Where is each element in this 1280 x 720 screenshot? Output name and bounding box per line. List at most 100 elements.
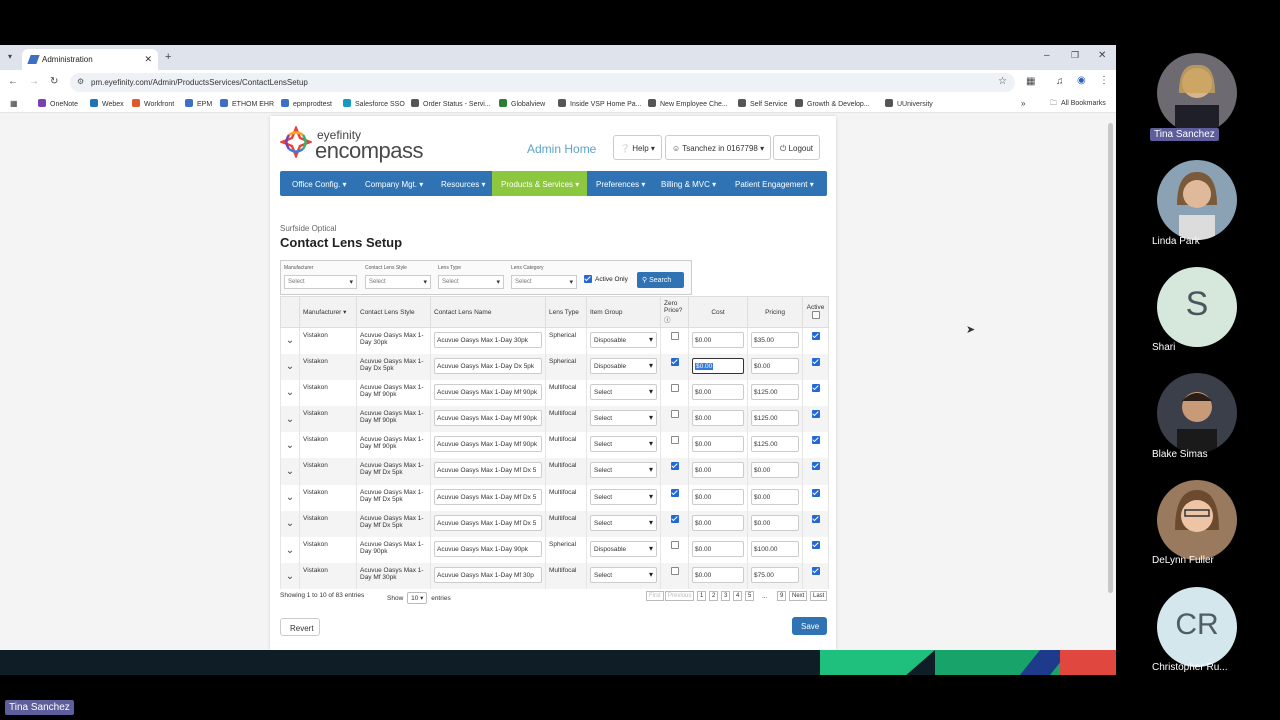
close-window-icon[interactable]: ✕: [1098, 50, 1106, 61]
active-checkbox[interactable]: [811, 332, 820, 340]
all-bookmarks[interactable]: 🗀 All Bookmarks: [1050, 99, 1106, 110]
table-row[interactable]: ⌄ Vistakon Acuvue Oasys Max 1-Day Mf Dx 5p…: [280, 510, 829, 537]
table-row[interactable]: ⌄ Vistakon Acuvue Oasys Max 1-Day Dx 5pk Ac…: [280, 353, 829, 380]
chevron-down-icon[interactable]: ⌄: [284, 571, 296, 582]
active-checkbox[interactable]: [811, 462, 820, 471]
cost-input[interactable]: $0.00: [692, 514, 744, 531]
cost-input[interactable]: $0.00: [692, 332, 744, 348]
item-group-select[interactable]: Disposable: [590, 332, 657, 348]
bookmark-star-icon[interactable]: ☆: [998, 76, 1007, 87]
minimize-icon[interactable]: –: [1044, 50, 1050, 61]
bookmark-item[interactable]: EPM: [185, 99, 212, 108]
style-filter-select[interactable]: Select: [365, 275, 431, 289]
price-input[interactable]: $125.00: [751, 410, 799, 427]
media-icon[interactable]: ♫: [1056, 76, 1064, 87]
restore-icon[interactable]: ❐: [1071, 50, 1079, 61]
new-tab-icon[interactable]: +: [165, 51, 171, 63]
revert-button[interactable]: Revert: [280, 618, 320, 636]
nav-preferences[interactable]: Preferences ▾: [596, 171, 645, 196]
expand-cell[interactable]: ⌄: [280, 458, 300, 485]
table-row[interactable]: ⌄ Vistakon Acuvue Oasys Max 1-Day Mf 90pk A…: [280, 379, 829, 407]
bookmark-item[interactable]: Workfront: [132, 99, 174, 108]
zero-price-checkbox[interactable]: [670, 332, 679, 340]
nav-resources[interactable]: Resources ▾: [441, 171, 486, 196]
lens-name-input[interactable]: Acuvue Oasys Max 1-Day Mf Dx 5: [434, 462, 542, 479]
cost-input[interactable]: $0.00: [692, 436, 744, 453]
active-checkbox[interactable]: [811, 541, 820, 549]
price-input[interactable]: $0.00: [751, 514, 799, 531]
item-group-select[interactable]: Select: [590, 410, 657, 427]
menu-icon[interactable]: ⋮: [1099, 75, 1109, 86]
expand-cell[interactable]: ⌄: [280, 484, 300, 511]
price-input[interactable]: $0.00: [751, 488, 799, 505]
active-checkbox[interactable]: [811, 488, 820, 497]
manufacturer-filter-select[interactable]: Select: [284, 275, 357, 289]
column-header-zero[interactable]: Zero Price? ⓘ: [660, 296, 689, 328]
price-input[interactable]: $100.00: [751, 541, 799, 557]
page-last-button[interactable]: Last: [810, 591, 828, 601]
bookmark-item[interactable]: ETHOM EHR: [220, 99, 274, 108]
chevron-down-icon[interactable]: ⌄: [284, 387, 296, 398]
expand-cell[interactable]: ⌄: [280, 563, 300, 590]
bookmark-item[interactable]: Order Status - Servi...: [411, 99, 491, 108]
page-3-button[interactable]: 3: [721, 591, 731, 601]
column-header-cost[interactable]: Cost: [688, 296, 748, 328]
expand-cell[interactable]: ⌄: [280, 510, 300, 537]
active-checkbox[interactable]: [811, 514, 820, 523]
expand-cell[interactable]: ⌄: [280, 537, 300, 564]
save-button[interactable]: Save: [792, 617, 827, 635]
url-field[interactable]: ⚙ pm.eyefinity.com/Admin/ProductsService…: [70, 73, 1015, 92]
price-input[interactable]: $75.00: [751, 567, 799, 584]
item-group-select[interactable]: Select: [590, 567, 657, 584]
back-icon[interactable]: ←: [8, 76, 18, 87]
lens-name-input[interactable]: Acuvue Oasys Max 1-Day Mf Dx 5: [434, 514, 542, 531]
cost-input[interactable]: $0.00: [692, 383, 744, 400]
bookmark-item[interactable]: Webex: [90, 99, 124, 108]
tab-list-icon[interactable]: ▾: [8, 52, 12, 61]
table-row[interactable]: ⌄ Vistakon Acuvue Oasys Max 1-Day 90pk Acuv…: [280, 537, 829, 564]
price-input[interactable]: $125.00: [751, 436, 799, 453]
reload-icon[interactable]: ↻: [50, 76, 58, 87]
column-header-manufacturer[interactable]: Manufacturer ▾: [299, 296, 357, 328]
column-header-name[interactable]: Contact Lens Name: [430, 296, 546, 328]
active-checkbox[interactable]: [811, 436, 820, 445]
zero-price-checkbox[interactable]: [670, 541, 679, 549]
admin-home-link[interactable]: Admin Home: [527, 142, 596, 156]
active-checkbox[interactable]: [811, 567, 820, 576]
column-header-type[interactable]: Lens Type: [545, 296, 587, 328]
expand-cell[interactable]: ⌄: [280, 327, 300, 354]
zero-price-checkbox[interactable]: [670, 436, 679, 445]
lens-name-input[interactable]: Acuvue Oasys Max 1-Day Mf 30p: [434, 567, 542, 584]
close-tab-icon[interactable]: ✕: [144, 54, 152, 65]
lens-name-input[interactable]: Acuvue Oasys Max 1-Day 90pk: [434, 541, 542, 557]
item-group-select[interactable]: Select: [590, 488, 657, 505]
chevron-down-icon[interactable]: ⌄: [284, 466, 296, 477]
cost-input[interactable]: $0.00: [692, 357, 744, 374]
bookmark-item[interactable]: epmprodtest: [281, 99, 332, 108]
page-1-button[interactable]: 1: [697, 591, 707, 601]
zero-price-checkbox[interactable]: [670, 488, 679, 497]
zero-price-checkbox[interactable]: [670, 462, 679, 471]
zero-price-checkbox[interactable]: [670, 410, 679, 419]
nav-patient-engagement[interactable]: Patient Engagement ▾: [735, 171, 814, 196]
nav-billing-mvc[interactable]: Billing & MVC ▾: [661, 171, 716, 196]
nav-company-mgt[interactable]: Company Mgt. ▾: [365, 171, 423, 196]
participant-avatar[interactable]: S: [1157, 267, 1237, 347]
chevron-down-icon[interactable]: ⌄: [284, 440, 296, 451]
price-input[interactable]: $0.00: [751, 357, 799, 374]
page-2-button[interactable]: 2: [709, 591, 719, 601]
active-checkbox[interactable]: [811, 410, 820, 419]
item-group-select[interactable]: Select: [590, 436, 657, 453]
chevron-down-icon[interactable]: ⌄: [284, 361, 296, 372]
price-input[interactable]: $125.00: [751, 383, 799, 400]
item-group-select[interactable]: Select: [590, 514, 657, 531]
cost-input[interactable]: $0.00: [692, 488, 744, 505]
page-scrollbar[interactable]: [1108, 123, 1113, 593]
lens-name-input[interactable]: Acuvue Oasys Max 1-Day Mf 90pk: [434, 383, 542, 400]
chevron-down-icon[interactable]: ⌄: [284, 545, 296, 556]
search-button[interactable]: ⚲ Search: [637, 272, 684, 288]
nav-products-services[interactable]: Products & Services ▾: [492, 171, 587, 196]
column-header-pricing[interactable]: Pricing: [747, 296, 803, 328]
site-info-icon[interactable]: ⚙: [77, 77, 84, 86]
active-only-checkbox[interactable]: [584, 275, 592, 283]
